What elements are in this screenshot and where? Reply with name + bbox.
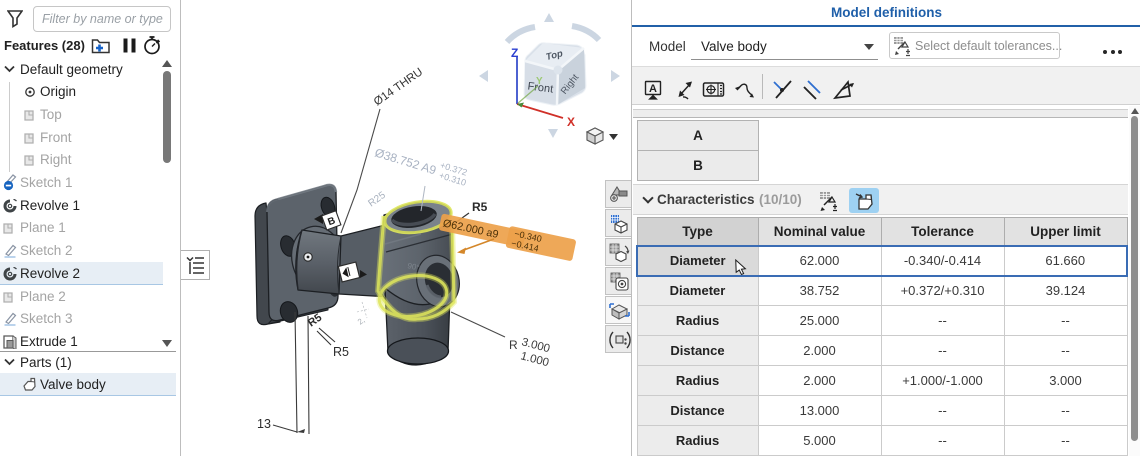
svg-text:Ø14 THRU: Ø14 THRU: [372, 66, 425, 108]
svg-text:Y: Y: [536, 76, 543, 87]
svg-text:A: A: [649, 83, 657, 95]
svg-text:R: R: [509, 338, 518, 352]
svg-text:2,: 2,: [356, 315, 367, 326]
svg-text:Ø38.752 A9: Ø38.752 A9: [373, 145, 438, 177]
svg-text:13: 13: [257, 417, 271, 431]
svg-text:R5: R5: [333, 345, 349, 359]
svg-text:R25: R25: [366, 190, 388, 210]
svg-text:R5: R5: [472, 200, 488, 214]
svg-text:Z: Z: [511, 46, 518, 60]
svg-text:X: X: [567, 115, 575, 129]
